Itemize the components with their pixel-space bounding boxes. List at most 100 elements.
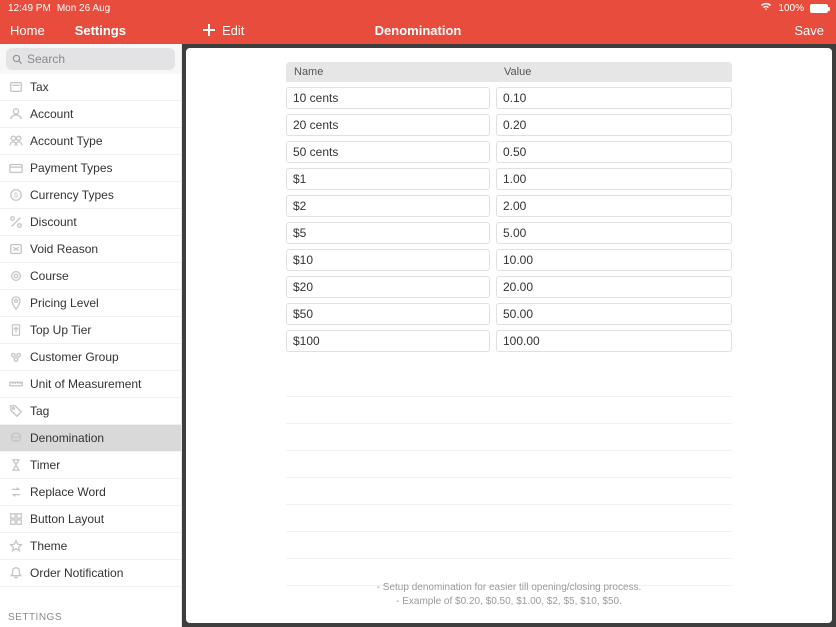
replace-icon xyxy=(8,484,24,500)
table-row: 10 cents 0.10 xyxy=(286,82,732,109)
table-row: 20 cents 0.20 xyxy=(286,109,732,136)
denomination-value-input[interactable]: 10.00 xyxy=(496,249,732,271)
page-title: Denomination xyxy=(375,23,462,38)
sidebar-item-account-type[interactable]: Account Type xyxy=(0,128,181,155)
sidebar-item-label: Theme xyxy=(30,539,67,553)
nav-bar: Home Settings Edit Denomination Save xyxy=(0,16,836,44)
sidebar-item-label: Discount xyxy=(30,215,77,229)
sidebar-item-payment-types[interactable]: Payment Types xyxy=(0,155,181,182)
table-row: $50 50.00 xyxy=(286,298,732,325)
denomination-name-input[interactable]: $50 xyxy=(286,303,490,325)
header-value: Value xyxy=(496,66,732,78)
denomination-name-input[interactable]: 50 cents xyxy=(286,141,490,163)
card-icon xyxy=(8,160,24,176)
status-time: 12:49 PM xyxy=(8,3,51,14)
user-icon xyxy=(8,106,24,122)
hourglass-icon xyxy=(8,457,24,473)
denomination-value-input[interactable]: 0.10 xyxy=(496,87,732,109)
empty-row xyxy=(286,397,732,424)
sidebar-item-label: Account xyxy=(30,107,73,121)
denomination-value-input[interactable]: 100.00 xyxy=(496,330,732,352)
denomination-name-input[interactable]: 10 cents xyxy=(286,87,490,109)
sidebar-item-label: Void Reason xyxy=(30,242,98,256)
sidebar-item-label: Top Up Tier xyxy=(30,323,91,337)
sidebar-item-label: Currency Types xyxy=(30,188,114,202)
sidebar-item-customer-group[interactable]: Customer Group xyxy=(0,344,181,371)
empty-row xyxy=(286,370,732,397)
sidebar-item-label: Unit of Measurement xyxy=(30,377,141,391)
footer-line1: - Setup denomination for easier till ope… xyxy=(186,581,832,595)
sidebar-section-header: SETTINGS xyxy=(0,604,181,627)
sidebar-item-tag[interactable]: Tag xyxy=(0,398,181,425)
denomination-name-input[interactable]: 20 cents xyxy=(286,114,490,136)
sidebar-item-theme[interactable]: Theme xyxy=(0,533,181,560)
edit-button[interactable]: Edit xyxy=(182,23,244,38)
denomination-name-input[interactable]: $5 xyxy=(286,222,490,244)
sidebar-item-unit-of-measurement[interactable]: Unit of Measurement xyxy=(0,371,181,398)
percent-icon xyxy=(8,214,24,230)
denomination-name-input[interactable]: $20 xyxy=(286,276,490,298)
void-icon xyxy=(8,241,24,257)
sidebar-item-denomination[interactable]: Denomination xyxy=(0,425,181,452)
table-row: $2 2.00 xyxy=(286,190,732,217)
sidebar-item-label: Replace Word xyxy=(30,485,106,499)
table-row: $5 5.00 xyxy=(286,217,732,244)
denomination-value-input[interactable]: 1.00 xyxy=(496,168,732,190)
ruler-icon xyxy=(8,376,24,392)
denomination-value-input[interactable]: 0.20 xyxy=(496,114,732,136)
sidebar-item-course[interactable]: Course xyxy=(0,263,181,290)
sidebar-item-button-layout[interactable]: Button Layout xyxy=(0,506,181,533)
table-row: $1 1.00 xyxy=(286,163,732,190)
denomination-value-input[interactable]: 20.00 xyxy=(496,276,732,298)
table-row: $10 10.00 xyxy=(286,244,732,271)
sidebar-item-label: Account Type xyxy=(30,134,103,148)
denomination-value-input[interactable]: 2.00 xyxy=(496,195,732,217)
table-row: $100 100.00 xyxy=(286,325,732,352)
denomination-value-input[interactable]: 50.00 xyxy=(496,303,732,325)
tax-icon xyxy=(8,79,24,95)
denomination-value-input[interactable]: 5.00 xyxy=(496,222,732,244)
sidebar-item-label: Course xyxy=(30,269,69,283)
sidebar-item-top-up-tier[interactable]: Top Up Tier xyxy=(0,317,181,344)
table-header: Name Value xyxy=(286,62,732,82)
save-button[interactable]: Save xyxy=(794,23,836,38)
sidebar: Search Tax Account Account Type Payment Typ… xyxy=(0,44,182,627)
sidebar-item-label: Tag xyxy=(30,404,49,418)
status-date: Mon 26 Aug xyxy=(57,3,110,14)
sidebar-item-label: Payment Types xyxy=(30,161,113,175)
footer-line2: - Example of $0.20, $0.50, $1.00, $2, $5… xyxy=(186,595,832,609)
sidebar-list: Tax Account Account Type Payment Types $Curr… xyxy=(0,74,181,604)
denomination-name-input[interactable]: $10 xyxy=(286,249,490,271)
edit-label: Edit xyxy=(222,23,244,38)
sidebar-item-label: Customer Group xyxy=(30,350,119,364)
sidebar-item-label: Denomination xyxy=(30,431,104,445)
denomination-name-input[interactable]: $100 xyxy=(286,330,490,352)
empty-row xyxy=(286,532,732,559)
sidebar-item-tax[interactable]: Tax xyxy=(0,74,181,101)
footer-note: - Setup denomination for easier till ope… xyxy=(186,581,832,609)
bell-icon xyxy=(8,565,24,581)
plus-icon xyxy=(202,23,216,37)
battery-icon xyxy=(810,4,828,13)
course-icon xyxy=(8,268,24,284)
denomination-value-input[interactable]: 0.50 xyxy=(496,141,732,163)
sidebar-item-replace-word[interactable]: Replace Word xyxy=(0,479,181,506)
pin-icon xyxy=(8,295,24,311)
users-icon xyxy=(8,133,24,149)
sidebar-item-account[interactable]: Account xyxy=(0,101,181,128)
search-input[interactable]: Search xyxy=(6,48,175,70)
sidebar-item-label: Tax xyxy=(30,80,49,94)
sidebar-item-order-notification[interactable]: Order Notification xyxy=(0,560,181,587)
sidebar-item-void-reason[interactable]: Void Reason xyxy=(0,236,181,263)
denomination-name-input[interactable]: $2 xyxy=(286,195,490,217)
status-bar: 12:49 PM Mon 26 Aug 100% xyxy=(0,0,836,16)
sidebar-item-currency-types[interactable]: $Currency Types xyxy=(0,182,181,209)
denomination-name-input[interactable]: $1 xyxy=(286,168,490,190)
sidebar-item-label: Order Notification xyxy=(30,566,123,580)
sidebar-item-pricing-level[interactable]: Pricing Level xyxy=(0,290,181,317)
sidebar-item-discount[interactable]: Discount xyxy=(0,209,181,236)
settings-title: Settings xyxy=(45,23,126,38)
home-button[interactable]: Home xyxy=(0,23,45,38)
sidebar-item-timer[interactable]: Timer xyxy=(0,452,181,479)
header-name: Name xyxy=(286,66,496,78)
